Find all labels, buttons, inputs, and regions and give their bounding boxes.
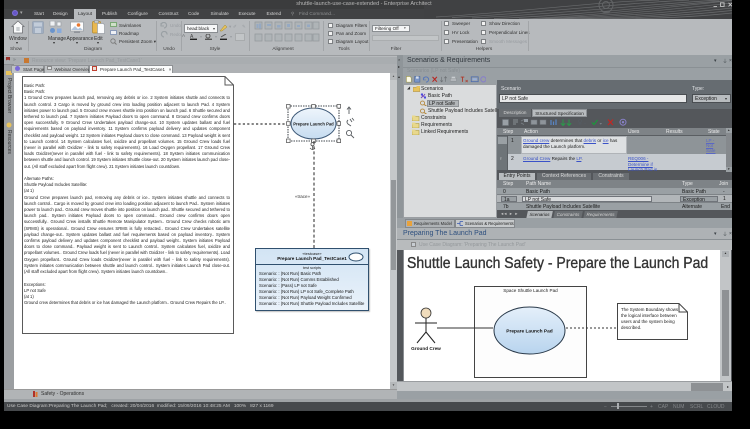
svg-text:Ground Crew: Ground Crew — [411, 346, 441, 351]
svg-text:Prepare Launch Pad: Prepare Launch Pad — [506, 329, 552, 335]
svg-text:Prepare Launch Pad: Prepare Launch Pad — [293, 121, 334, 126]
